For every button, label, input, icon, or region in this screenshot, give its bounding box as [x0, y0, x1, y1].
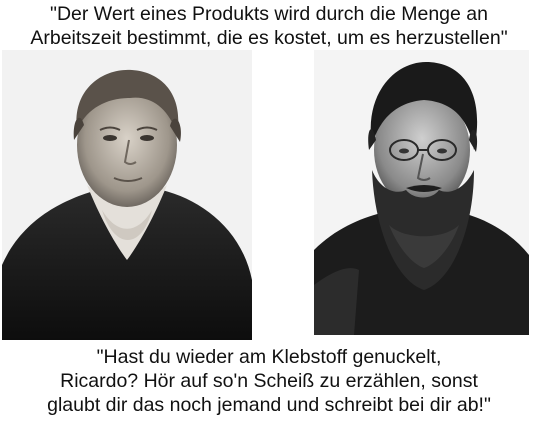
- portrait-bearded-man-glasses-icon: [314, 50, 529, 335]
- bottom-quote: "Hast du wieder am Klebstoff genuckelt, …: [0, 345, 538, 417]
- bottom-quote-line-1: "Hast du wieder am Klebstoff genuckelt,: [96, 346, 442, 368]
- portrait-clean-shaven-man-icon: [2, 50, 252, 340]
- bottom-quote-line-3: glaubt dir das noch jemand und schreibt …: [47, 394, 491, 416]
- top-quote-line-2: Arbeitszeit bestimmt, die es kostet, um …: [30, 27, 508, 49]
- top-quote: "Der Wert eines Produkts wird durch die …: [0, 2, 538, 50]
- top-quote-line-1: "Der Wert eines Produkts wird durch die …: [50, 3, 488, 25]
- bottom-quote-line-2: Ricardo? Hör auf so'n Scheiß zu erzählen…: [60, 370, 478, 392]
